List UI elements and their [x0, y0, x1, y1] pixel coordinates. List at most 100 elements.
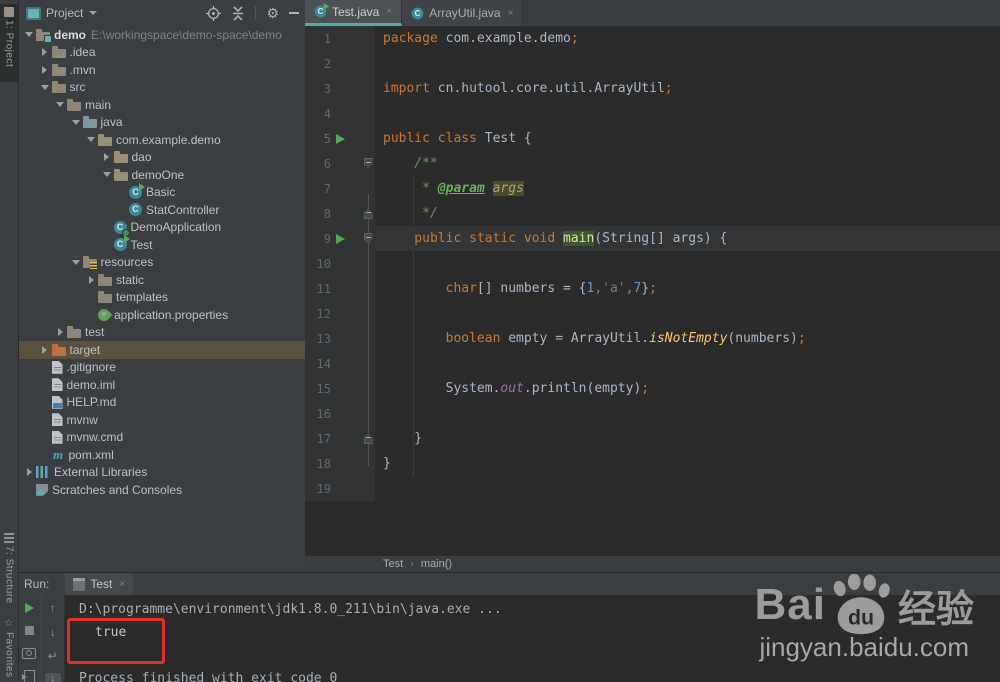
tree-item-target[interactable]: target: [18, 341, 305, 359]
close-icon[interactable]: ×: [386, 6, 392, 17]
up-stack-icon[interactable]: ↑: [45, 601, 61, 615]
tree-item-help-md[interactable]: HELP.md: [18, 394, 305, 412]
code-line-19[interactable]: 19: [305, 476, 1000, 501]
chevron-down-icon[interactable]: [69, 115, 83, 129]
project-view-dropdown-icon[interactable]: [89, 11, 98, 15]
editor-tab-arrayutil-java[interactable]: C ArrayUtil.java ×: [402, 0, 524, 26]
code-line-17[interactable]: 17 }: [305, 426, 1000, 451]
gutter: 2: [305, 51, 375, 76]
fold-marker-icon[interactable]: [361, 208, 375, 219]
tree-item-resources[interactable]: resources: [18, 254, 305, 272]
tree-item-src[interactable]: src: [18, 79, 305, 97]
hide-panel-icon[interactable]: [289, 12, 299, 14]
chevron-right-icon[interactable]: [100, 150, 114, 164]
stripe-tab-project[interactable]: 1: Project: [0, 4, 18, 82]
stop-icon[interactable]: [21, 624, 37, 637]
tree-item-scratches-and-consoles[interactable]: Scratches and Consoles: [18, 481, 305, 499]
tree-item-demo-iml[interactable]: demo.iml: [18, 376, 305, 394]
tree-item-external-libraries[interactable]: External Libraries: [18, 464, 305, 482]
code-line-15[interactable]: 15 System.out.println(empty);: [305, 376, 1000, 401]
chevron-right-icon[interactable]: [38, 63, 52, 77]
chevron-down-icon[interactable]: [53, 98, 67, 112]
code-line-4[interactable]: 4: [305, 101, 1000, 126]
chevron-down-icon[interactable]: [38, 80, 52, 94]
tree-item-application-properties[interactable]: application.properties: [18, 306, 305, 324]
code-line-8[interactable]: 8 */: [305, 201, 1000, 226]
chevron-right-icon[interactable]: [38, 45, 52, 59]
tree-item-demo[interactable]: demo E:\workingspace\demo-space\demo: [18, 26, 305, 44]
file-md-icon: [51, 395, 63, 409]
close-icon[interactable]: ×: [508, 8, 514, 19]
chevron-down-icon[interactable]: [22, 28, 36, 42]
fold-marker-icon[interactable]: [361, 158, 375, 169]
scroll-to-end-icon[interactable]: ↓: [44, 672, 61, 682]
code-line-9[interactable]: 9 public static void main(String[] args)…: [305, 226, 1000, 251]
tree-item-demoapplication[interactable]: C DemoApplication: [18, 219, 305, 237]
tree-item-pom-xml[interactable]: m pom.xml: [18, 446, 305, 464]
down-stack-icon[interactable]: ↓: [45, 625, 61, 639]
code-line-12[interactable]: 12: [305, 301, 1000, 326]
tree-item-dao[interactable]: dao: [18, 149, 305, 167]
scr-icon: [36, 483, 48, 496]
soft-wrap-icon[interactable]: ↵: [45, 649, 61, 663]
code-line-1[interactable]: 1 package com.example.demo;: [305, 26, 1000, 51]
code-line-7[interactable]: 7 * @param args: [305, 176, 1000, 201]
code-line-18[interactable]: 18}: [305, 451, 1000, 476]
breadcrumb-item[interactable]: main(): [421, 558, 452, 570]
fold-marker-icon[interactable]: [361, 233, 375, 244]
run-gutter-icon[interactable]: [331, 133, 349, 144]
tree-item-test[interactable]: C Test: [18, 235, 305, 254]
chevron-right-icon[interactable]: [84, 273, 98, 287]
chevron-down-icon[interactable]: [69, 255, 83, 269]
rerun-icon[interactable]: [21, 601, 37, 614]
run-gutter-icon[interactable]: [331, 233, 349, 244]
breadcrumb-item[interactable]: Test: [383, 558, 403, 570]
tree-item-demoone[interactable]: demoOne: [18, 166, 305, 184]
code-line-13[interactable]: 13 boolean empty = ArrayUtil.isNotEmpty(…: [305, 326, 1000, 351]
code-line-11[interactable]: 11 char[] numbers = {1,'a',7};: [305, 276, 1000, 301]
chevron-down-icon[interactable]: [100, 168, 114, 182]
tree-item-test[interactable]: test: [18, 324, 305, 342]
chevron-right-icon[interactable]: [22, 465, 36, 479]
code-line-2[interactable]: 2: [305, 51, 1000, 76]
collapse-all-icon[interactable]: [231, 5, 245, 21]
chevron-down-icon[interactable]: [84, 133, 98, 147]
tree-item--idea[interactable]: .idea: [18, 44, 305, 62]
run-tab-test[interactable]: Test ×: [65, 573, 134, 595]
hide-window-icon[interactable]: [21, 670, 37, 682]
tree-item-main[interactable]: main: [18, 96, 305, 114]
tree-item-basic[interactable]: C Basic: [18, 182, 305, 202]
line-number: 15: [316, 381, 331, 396]
chevron-right-icon[interactable]: [53, 325, 67, 339]
code-line-5[interactable]: 5 public class Test {: [305, 126, 1000, 151]
code-line-10[interactable]: 10: [305, 251, 1000, 276]
code-line-6[interactable]: 6 /**: [305, 151, 1000, 176]
tree-item--gitignore[interactable]: .gitignore: [18, 359, 305, 377]
tree-item-statcontroller[interactable]: C StatController: [18, 201, 305, 219]
stripe-tab-favorites[interactable]: ☆ Favorites: [0, 616, 18, 682]
code-editor[interactable]: 1 package com.example.demo; 2 3 import cn.hu…: [305, 26, 1000, 556]
code-line-3[interactable]: 3 import cn.hutool.core.util.ArrayUtil;: [305, 76, 1000, 101]
watermark-url-text: jingyan.baidu.com: [759, 632, 970, 662]
screenshot-icon[interactable]: [21, 647, 37, 660]
chevron-right-icon[interactable]: [38, 343, 52, 357]
tree-item-static[interactable]: static: [18, 271, 305, 289]
tree-item-mvnw-cmd[interactable]: mvnw.cmd: [18, 429, 305, 447]
editor-tab-test-java[interactable]: C Test.java ×: [305, 0, 403, 26]
stripe-tab-structure[interactable]: 7: Structure: [0, 530, 18, 610]
tree-item-com-example-demo[interactable]: com.example.demo: [18, 131, 305, 149]
fold-marker-icon[interactable]: [361, 433, 375, 444]
gear-icon[interactable]: ⚙: [266, 6, 279, 20]
ide-window: 1: Project 7: Structure ☆ Favorites Proj…: [0, 0, 1000, 682]
code-line-14[interactable]: 14: [305, 351, 1000, 376]
tree-item-mvnw[interactable]: mvnw: [18, 411, 305, 429]
tree-item--mvn[interactable]: .mvn: [18, 61, 305, 79]
run-tab-close-icon[interactable]: ×: [119, 579, 125, 590]
code-line-16[interactable]: 16: [305, 401, 1000, 426]
tree-item-path: E:\workingspace\demo-space\demo: [91, 27, 282, 42]
tree-item-templates[interactable]: templates: [18, 289, 305, 307]
tree-item-java[interactable]: java: [18, 114, 305, 132]
locate-icon[interactable]: [206, 5, 222, 21]
